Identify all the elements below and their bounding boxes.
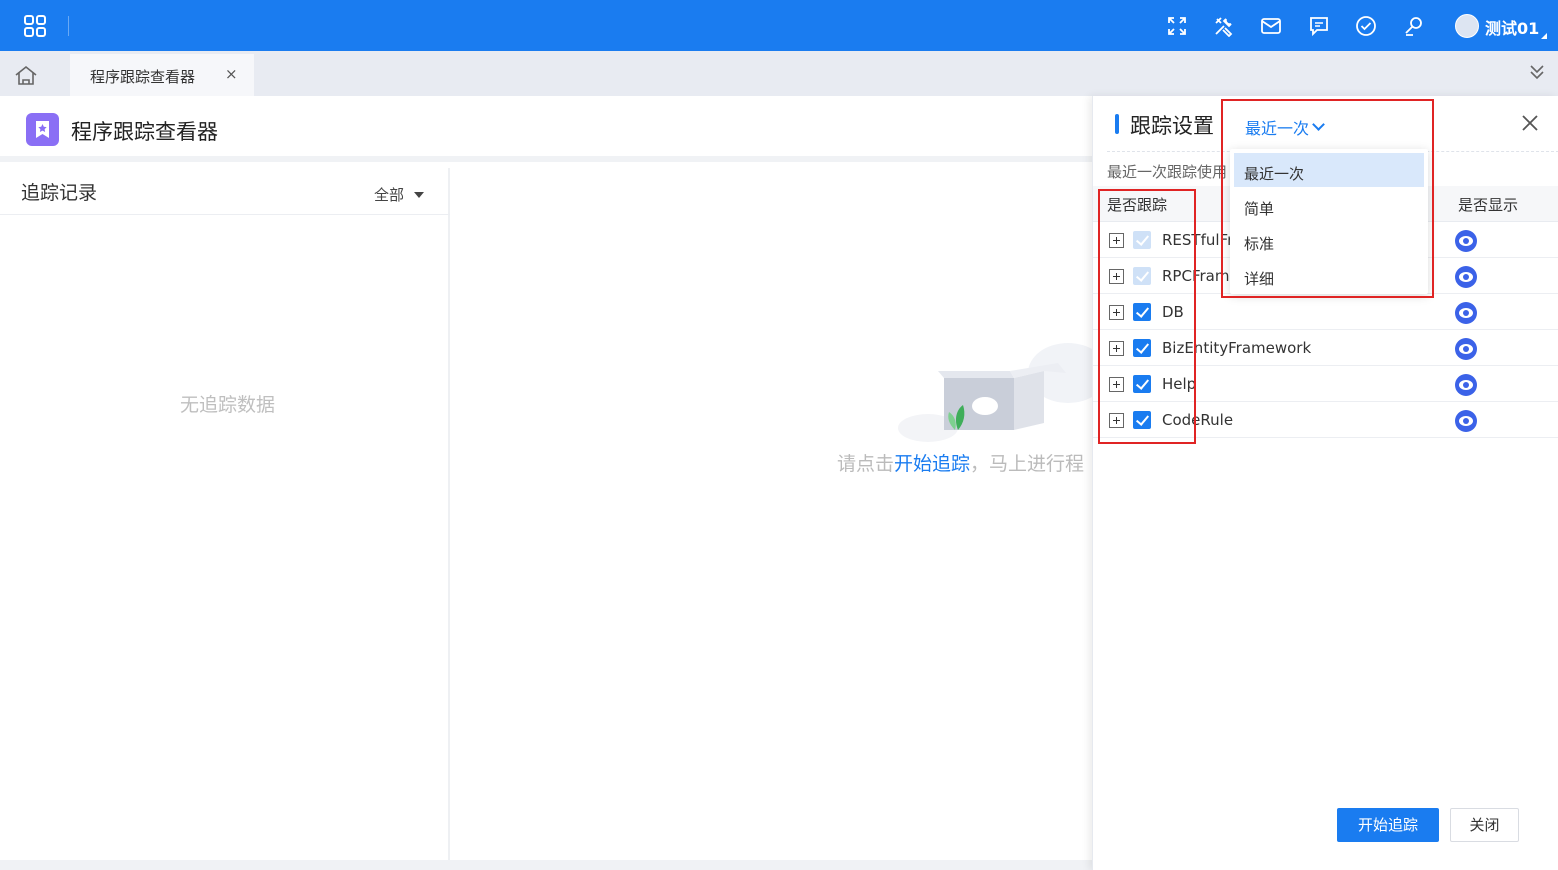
double-chevron-down-icon[interactable] bbox=[1528, 63, 1546, 81]
apps-grid-icon[interactable] bbox=[24, 15, 46, 37]
fullscreen-icon[interactable] bbox=[1166, 15, 1188, 37]
user-search-icon[interactable] bbox=[1403, 15, 1425, 37]
column-header-track: 是否跟踪 bbox=[1107, 196, 1168, 214]
empty-box-illustration bbox=[898, 343, 1098, 442]
trace-mode-dropdown: 最近一次 简单 标准 详细 bbox=[1230, 149, 1428, 294]
track-checkbox[interactable] bbox=[1133, 231, 1151, 249]
component-name: BizEntityFramework bbox=[1162, 339, 1312, 357]
caret-down-icon[interactable] bbox=[414, 192, 424, 198]
dropdown-option-latest[interactable]: 最近一次 bbox=[1234, 153, 1424, 187]
track-checkbox[interactable] bbox=[1133, 375, 1151, 393]
component-name: Help bbox=[1162, 375, 1197, 393]
divider bbox=[0, 214, 450, 215]
dropdown-option-simple[interactable]: 简单 bbox=[1234, 188, 1424, 222]
tab-program-trace-viewer[interactable]: 程序跟踪查看器 × bbox=[70, 54, 254, 96]
expand-plus-icon[interactable] bbox=[1109, 269, 1124, 284]
expand-plus-icon[interactable] bbox=[1109, 233, 1124, 248]
tab-label: 程序跟踪查看器 bbox=[90, 68, 196, 86]
eye-icon[interactable] bbox=[1455, 374, 1477, 396]
empty-state-hint: 请点击开始追踪，马上进行程 bbox=[837, 449, 1084, 476]
track-checkbox[interactable] bbox=[1133, 267, 1151, 285]
trace-mode-select[interactable]: 最近一次 bbox=[1245, 115, 1309, 139]
trace-records-title: 追踪记录 bbox=[21, 182, 98, 204]
component-name: CodeRule bbox=[1162, 411, 1234, 429]
table-row: DB bbox=[1093, 294, 1558, 330]
hint-suffix: ，马上进行程 bbox=[970, 453, 1085, 475]
close-button[interactable]: 关闭 bbox=[1450, 808, 1519, 842]
empty-records-text: 无追踪数据 bbox=[180, 394, 276, 416]
table-row: Help bbox=[1093, 366, 1558, 402]
bottom-divider bbox=[0, 860, 1092, 870]
top-bar: 测试01 bbox=[0, 0, 1558, 51]
start-trace-link[interactable]: 开始追踪 bbox=[894, 453, 970, 475]
eye-icon[interactable] bbox=[1455, 302, 1477, 324]
column-header-show: 是否显示 bbox=[1458, 196, 1519, 214]
table-row: CodeRule bbox=[1093, 402, 1558, 438]
topbar-divider bbox=[68, 16, 69, 36]
chevron-down-icon[interactable] bbox=[1312, 118, 1325, 131]
tab-close-icon[interactable]: × bbox=[225, 65, 238, 83]
component-name: RESTfulFr bbox=[1162, 231, 1234, 249]
expand-plus-icon[interactable] bbox=[1109, 413, 1124, 428]
trace-detail-area: 请点击开始追踪，马上进行程 bbox=[450, 168, 1098, 860]
eye-icon[interactable] bbox=[1455, 338, 1477, 360]
close-icon[interactable] bbox=[1519, 112, 1541, 134]
component-name: RPCFrame bbox=[1162, 267, 1239, 285]
mail-icon[interactable] bbox=[1260, 15, 1282, 37]
hint-prefix: 请点击 bbox=[837, 453, 895, 475]
page-title: 程序跟踪查看器 bbox=[71, 120, 218, 144]
star-badge-icon bbox=[26, 113, 59, 146]
table-row: BizEntityFramework bbox=[1093, 330, 1558, 366]
home-icon[interactable] bbox=[14, 64, 38, 86]
component-name: DB bbox=[1162, 303, 1184, 321]
user-name[interactable]: 测试01 bbox=[1485, 15, 1539, 39]
settings-description: 最近一次跟踪使用 bbox=[1107, 163, 1227, 181]
settings-title: 跟踪设置 bbox=[1130, 114, 1214, 138]
start-trace-button[interactable]: 开始追踪 bbox=[1337, 808, 1439, 842]
check-circle-icon[interactable] bbox=[1355, 15, 1377, 37]
tools-icon[interactable] bbox=[1213, 15, 1235, 37]
avatar[interactable] bbox=[1455, 14, 1479, 38]
eye-icon[interactable] bbox=[1455, 410, 1477, 432]
expand-plus-icon[interactable] bbox=[1109, 305, 1124, 320]
page-header: 程序跟踪查看器 bbox=[0, 96, 1092, 162]
message-icon[interactable] bbox=[1308, 15, 1330, 37]
dropdown-option-standard[interactable]: 标准 bbox=[1234, 223, 1424, 257]
expand-plus-icon[interactable] bbox=[1109, 341, 1124, 356]
records-filter-select[interactable]: 全部 bbox=[374, 184, 404, 205]
expand-plus-icon[interactable] bbox=[1109, 377, 1124, 392]
dropdown-option-detailed[interactable]: 详细 bbox=[1234, 258, 1424, 292]
track-checkbox[interactable] bbox=[1133, 339, 1151, 357]
trace-records-panel: 追踪记录 全部 无追踪数据 bbox=[0, 168, 450, 860]
eye-icon[interactable] bbox=[1455, 230, 1477, 252]
track-checkbox[interactable] bbox=[1133, 411, 1151, 429]
title-accent-bar bbox=[1115, 114, 1119, 134]
tab-strip: 程序跟踪查看器 × bbox=[0, 51, 1558, 96]
user-menu-caret-icon[interactable] bbox=[1541, 33, 1547, 39]
track-checkbox[interactable] bbox=[1133, 303, 1151, 321]
eye-icon[interactable] bbox=[1455, 266, 1477, 288]
